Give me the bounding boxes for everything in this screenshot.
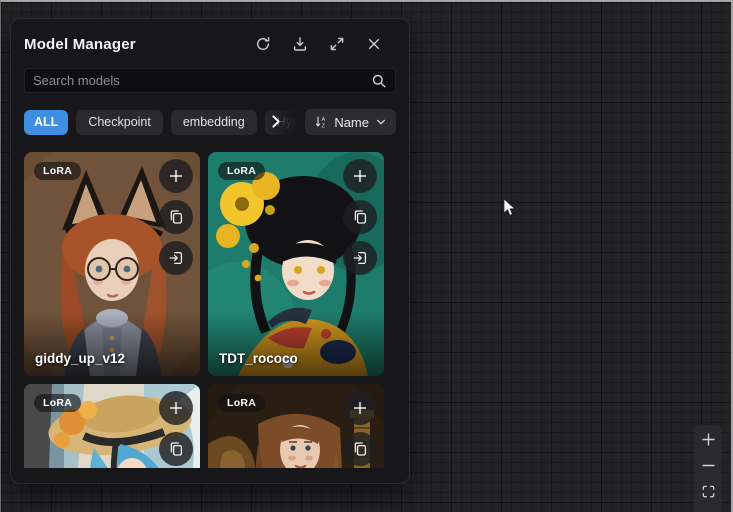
model-manager-panel: Model Manager ALL Checkpoint embedding bbox=[10, 18, 410, 484]
toolbar-clipped-button[interactable] bbox=[698, 507, 718, 512]
minus-icon bbox=[701, 458, 716, 473]
model-type-badge: LoRA bbox=[34, 162, 81, 180]
close-button[interactable] bbox=[365, 35, 383, 53]
plus-icon bbox=[701, 432, 716, 447]
scroll-right-button[interactable] bbox=[267, 113, 284, 130]
filter-chip-checkpoint[interactable]: Checkpoint bbox=[76, 110, 163, 135]
search-input[interactable] bbox=[33, 73, 371, 88]
add-to-workflow-button[interactable] bbox=[343, 391, 377, 425]
download-icon bbox=[292, 36, 308, 52]
plus-icon bbox=[352, 168, 368, 184]
model-name: giddy_up_v12 bbox=[35, 351, 125, 366]
close-icon bbox=[366, 36, 382, 52]
zoom-out-button[interactable] bbox=[698, 455, 718, 475]
filter-chip-embedding[interactable]: embedding bbox=[171, 110, 257, 135]
refresh-icon bbox=[255, 36, 271, 52]
sort-alpha-icon: AZ bbox=[314, 115, 328, 129]
add-to-workflow-button[interactable] bbox=[343, 159, 377, 193]
plus-icon bbox=[352, 400, 368, 416]
model-type-badge: LoRA bbox=[218, 162, 265, 180]
import-icon bbox=[352, 250, 368, 266]
zoom-in-button[interactable] bbox=[698, 429, 718, 449]
model-card-grid: LoRA giddy_up_v12 bbox=[24, 152, 384, 468]
copy-button[interactable] bbox=[159, 432, 193, 466]
plus-icon bbox=[168, 400, 184, 416]
refresh-button[interactable] bbox=[254, 35, 272, 53]
app-window: Model Manager ALL Checkpoint embedding bbox=[0, 0, 733, 512]
expand-button[interactable] bbox=[328, 35, 346, 53]
sort-label: Name bbox=[334, 115, 369, 130]
fit-view-button[interactable] bbox=[698, 481, 718, 501]
card-bottom-gradient bbox=[24, 312, 200, 376]
search-icon[interactable] bbox=[371, 73, 387, 89]
copy-icon bbox=[168, 209, 184, 225]
import-icon bbox=[168, 250, 184, 266]
chevron-down-icon bbox=[375, 116, 387, 128]
add-to-workflow-button[interactable] bbox=[159, 159, 193, 193]
search-bar bbox=[24, 68, 396, 93]
model-type-badge: LoRA bbox=[218, 394, 265, 412]
card-actions bbox=[343, 391, 377, 468]
load-model-button[interactable] bbox=[343, 241, 377, 275]
panel-header: Model Manager bbox=[11, 19, 409, 53]
add-to-workflow-button[interactable] bbox=[159, 391, 193, 425]
model-name: TDT_rococo bbox=[219, 351, 298, 366]
copy-button[interactable] bbox=[159, 200, 193, 234]
model-type-badge: LoRA bbox=[34, 394, 81, 412]
copy-icon bbox=[168, 441, 184, 457]
copy-button[interactable] bbox=[343, 200, 377, 234]
copy-icon bbox=[352, 209, 368, 225]
canvas-zoom-toolbar bbox=[694, 425, 722, 512]
load-model-button[interactable] bbox=[159, 241, 193, 275]
filter-chip-all[interactable]: ALL bbox=[24, 110, 68, 135]
card-bottom-gradient bbox=[208, 312, 384, 376]
plus-icon bbox=[168, 168, 184, 184]
fit-view-icon bbox=[701, 484, 716, 499]
model-card-4[interactable]: LoRA bbox=[208, 384, 384, 468]
panel-title: Model Manager bbox=[24, 36, 235, 53]
filter-row: ALL Checkpoint embedding Hypernetwork AZ… bbox=[24, 109, 396, 135]
sort-dropdown[interactable]: AZ Name bbox=[305, 109, 396, 135]
card-actions bbox=[343, 159, 377, 275]
copy-button[interactable] bbox=[343, 432, 377, 466]
model-card-giddy-up-v12[interactable]: LoRA giddy_up_v12 bbox=[24, 152, 200, 376]
download-button[interactable] bbox=[291, 35, 309, 53]
model-card-tdt-rococo[interactable]: LoRA TDT_rococo bbox=[208, 152, 384, 376]
copy-icon bbox=[352, 441, 368, 457]
expand-icon bbox=[329, 36, 345, 52]
card-actions bbox=[159, 159, 193, 275]
card-actions bbox=[159, 391, 193, 468]
model-card-3[interactable]: LoRA bbox=[24, 384, 200, 468]
svg-text:Z: Z bbox=[322, 123, 326, 129]
svg-text:A: A bbox=[322, 117, 326, 123]
chevron-right-icon bbox=[267, 113, 284, 130]
